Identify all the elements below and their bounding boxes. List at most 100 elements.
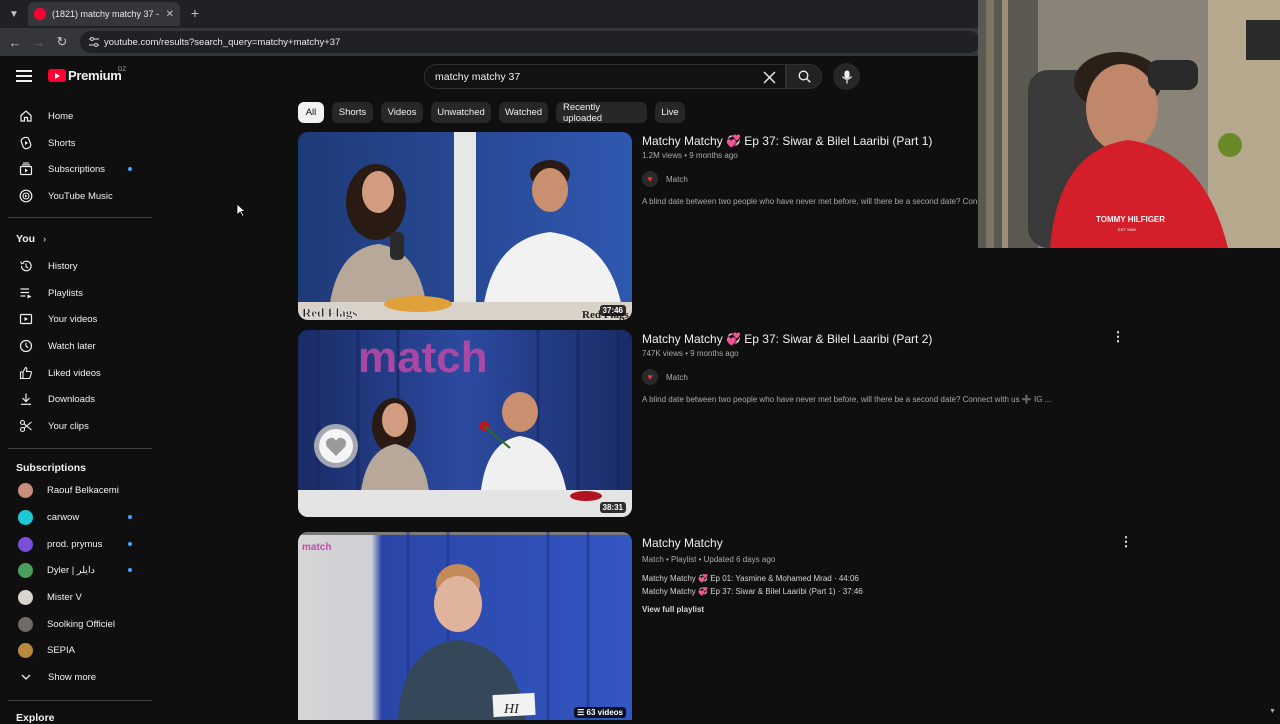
thumbnail-sign-text: HI <box>503 702 520 717</box>
chip-videos[interactable]: Videos <box>381 102 423 123</box>
more-actions-icon[interactable]: ⋮ <box>1120 534 1133 550</box>
search-button[interactable] <box>786 64 822 89</box>
avatar <box>18 536 33 552</box>
sidebar-item-label: Playlists <box>48 287 83 299</box>
subscription-prod-prymus[interactable]: prod. prymus <box>8 531 152 557</box>
sidebar-item-your-clips[interactable]: Your clips <box>8 413 152 439</box>
scroll-down-arrow-icon[interactable]: ▼ <box>1269 708 1279 718</box>
chip-unwatched[interactable]: Unwatched <box>431 102 491 123</box>
more-actions-icon[interactable]: ⋮ <box>1112 329 1125 345</box>
sidebar-item-label: Home <box>48 110 74 122</box>
subscriptions-icon <box>16 159 36 179</box>
video-duration: 38:31 <box>599 502 626 513</box>
new-tab-icon[interactable]: + <box>186 4 204 22</box>
reload-icon[interactable]: ↻ <box>53 33 71 51</box>
country-code: DZ <box>118 67 126 73</box>
video-thumbnail[interactable]: match 38:31 <box>298 330 632 517</box>
explore-header: Explore <box>16 712 55 724</box>
youtube-music-icon <box>16 186 36 206</box>
back-arrow-icon[interactable]: ← <box>6 33 24 51</box>
subscription-label: Raouf Belkacemi <box>47 484 119 496</box>
avatar <box>18 562 33 578</box>
playlist-item[interactable]: Matchy Matchy 💞 Ep 37: Siwar & Bilel Laa… <box>642 587 863 596</box>
url-text: youtube.com/results?search_query=matchy+… <box>104 36 341 48</box>
sidebar-item-playlists[interactable]: Playlists <box>8 280 152 306</box>
new-content-dot <box>128 568 132 572</box>
channel-name: Match <box>666 174 688 184</box>
subscription-sepia[interactable]: SEPIA <box>8 637 152 663</box>
sidebar-item-youtube-music[interactable]: YouTube Music <box>8 183 152 209</box>
channel-name: Match <box>666 372 688 382</box>
video-thumbnail[interactable]: Red Flags Red Flags 37:46 <box>298 132 632 320</box>
subscription-mister-v[interactable]: Mister V <box>8 584 152 610</box>
avatar <box>18 616 33 632</box>
tab-search-chevron-icon[interactable]: ▼ <box>4 4 24 24</box>
chevron-right-icon: › <box>43 234 47 244</box>
search-icon <box>798 70 811 83</box>
video-meta: 747K views • 9 months ago <box>642 349 739 358</box>
voice-search-button[interactable] <box>833 63 860 90</box>
avatar <box>18 509 33 525</box>
playlist-thumbnail[interactable]: match HI ☰ 63 videos <box>298 532 632 720</box>
sidebar-item-watch-later[interactable]: Watch later <box>8 333 152 359</box>
playlist-item[interactable]: Matchy Matchy 💞 Ep 01: Yasmine & Mohamed… <box>642 574 859 583</box>
avatar <box>18 589 33 605</box>
channel-link[interactable]: ♥ Match <box>642 171 688 187</box>
subscription-label: prod. prymus <box>47 538 103 550</box>
thumbs-up-icon <box>16 363 36 383</box>
sidebar-item-liked-videos[interactable]: Liked videos <box>8 360 152 386</box>
subscription-carwow[interactable]: carwow <box>8 504 152 530</box>
youtube-premium-logo[interactable]: Premium DZ <box>48 67 126 83</box>
scissors-icon <box>16 416 36 436</box>
sidebar-divider <box>8 448 152 449</box>
chip-watched[interactable]: Watched <box>499 102 548 123</box>
watch-later-icon <box>16 336 36 356</box>
shirt-text: TOMMY HILFIGER <box>1096 215 1165 224</box>
sidebar-item-shorts[interactable]: Shorts <box>8 130 152 156</box>
tab-close-icon[interactable]: ✕ <box>166 9 174 20</box>
chip-recently-uploaded[interactable]: Recently uploaded <box>556 102 647 124</box>
video-title[interactable]: Matchy Matchy 💞 Ep 37: Siwar & Bilel Laa… <box>642 332 932 346</box>
view-full-playlist-link[interactable]: View full playlist <box>642 605 704 614</box>
sidebar-item-downloads[interactable]: Downloads <box>8 386 152 412</box>
download-icon <box>16 389 36 409</box>
sidebar-item-label: Watch later <box>48 340 96 352</box>
forward-arrow-icon[interactable]: → <box>30 33 48 51</box>
show-more-button[interactable]: Show more <box>8 664 152 690</box>
avatar <box>18 642 33 658</box>
your-videos-icon <box>16 309 36 329</box>
browser-tab[interactable]: (1821) matchy matchy 37 - YouTube ✕ <box>28 2 180 26</box>
tab-title: (1821) matchy matchy 37 - YouTube <box>52 9 162 19</box>
playlist-icon: ☰ <box>577 708 587 717</box>
thumbnail-overlay-text: Red Flags <box>302 305 357 320</box>
chip-live[interactable]: Live <box>655 102 685 123</box>
sidebar-divider <box>8 217 152 218</box>
sidebar-item-your-videos[interactable]: Your videos <box>8 306 152 332</box>
subscription-label: SEPIA <box>47 644 75 656</box>
sidebar-you-header[interactable]: You › <box>8 226 152 252</box>
sidebar-item-history[interactable]: History <box>8 253 152 279</box>
search-input[interactable]: matchy matchy 37 <box>424 64 786 89</box>
youtube-play-icon <box>48 69 66 82</box>
menu-hamburger-icon[interactable] <box>16 68 32 84</box>
address-bar[interactable]: youtube.com/results?search_query=matchy+… <box>80 31 980 53</box>
subscription-raouf-belkacemi[interactable]: Raouf Belkacemi <box>8 477 152 503</box>
sidebar-item-subscriptions[interactable]: Subscriptions <box>8 156 152 182</box>
playlist-video-count: ☰ 63 videos <box>574 707 626 718</box>
sidebar-item-home[interactable]: Home <box>8 103 152 129</box>
thumbnail-image: match HI <box>298 532 632 720</box>
you-header-label: You <box>16 233 36 245</box>
chip-shorts[interactable]: Shorts <box>332 102 373 123</box>
sidebar: Home Shorts Subscriptions YouTube Music … <box>0 100 160 724</box>
thumbnail-image: Red Flags Red Flags <box>298 132 632 320</box>
match-brand-text: match <box>358 333 488 382</box>
chip-all[interactable]: All <box>298 102 324 123</box>
channel-link[interactable]: ♥ Match <box>642 369 688 385</box>
subscription-label: Dyler | دايلر <box>47 564 95 576</box>
subscription-dyler[interactable]: Dyler | دايلر <box>8 557 152 583</box>
clear-search-icon[interactable] <box>760 68 778 86</box>
site-settings-icon[interactable] <box>88 36 100 48</box>
subscription-soolking-officiel[interactable]: Soolking Officiel <box>8 611 152 637</box>
video-title[interactable]: Matchy Matchy 💞 Ep 37: Siwar & Bilel Laa… <box>642 134 932 148</box>
playlist-title[interactable]: Matchy Matchy <box>642 536 723 550</box>
